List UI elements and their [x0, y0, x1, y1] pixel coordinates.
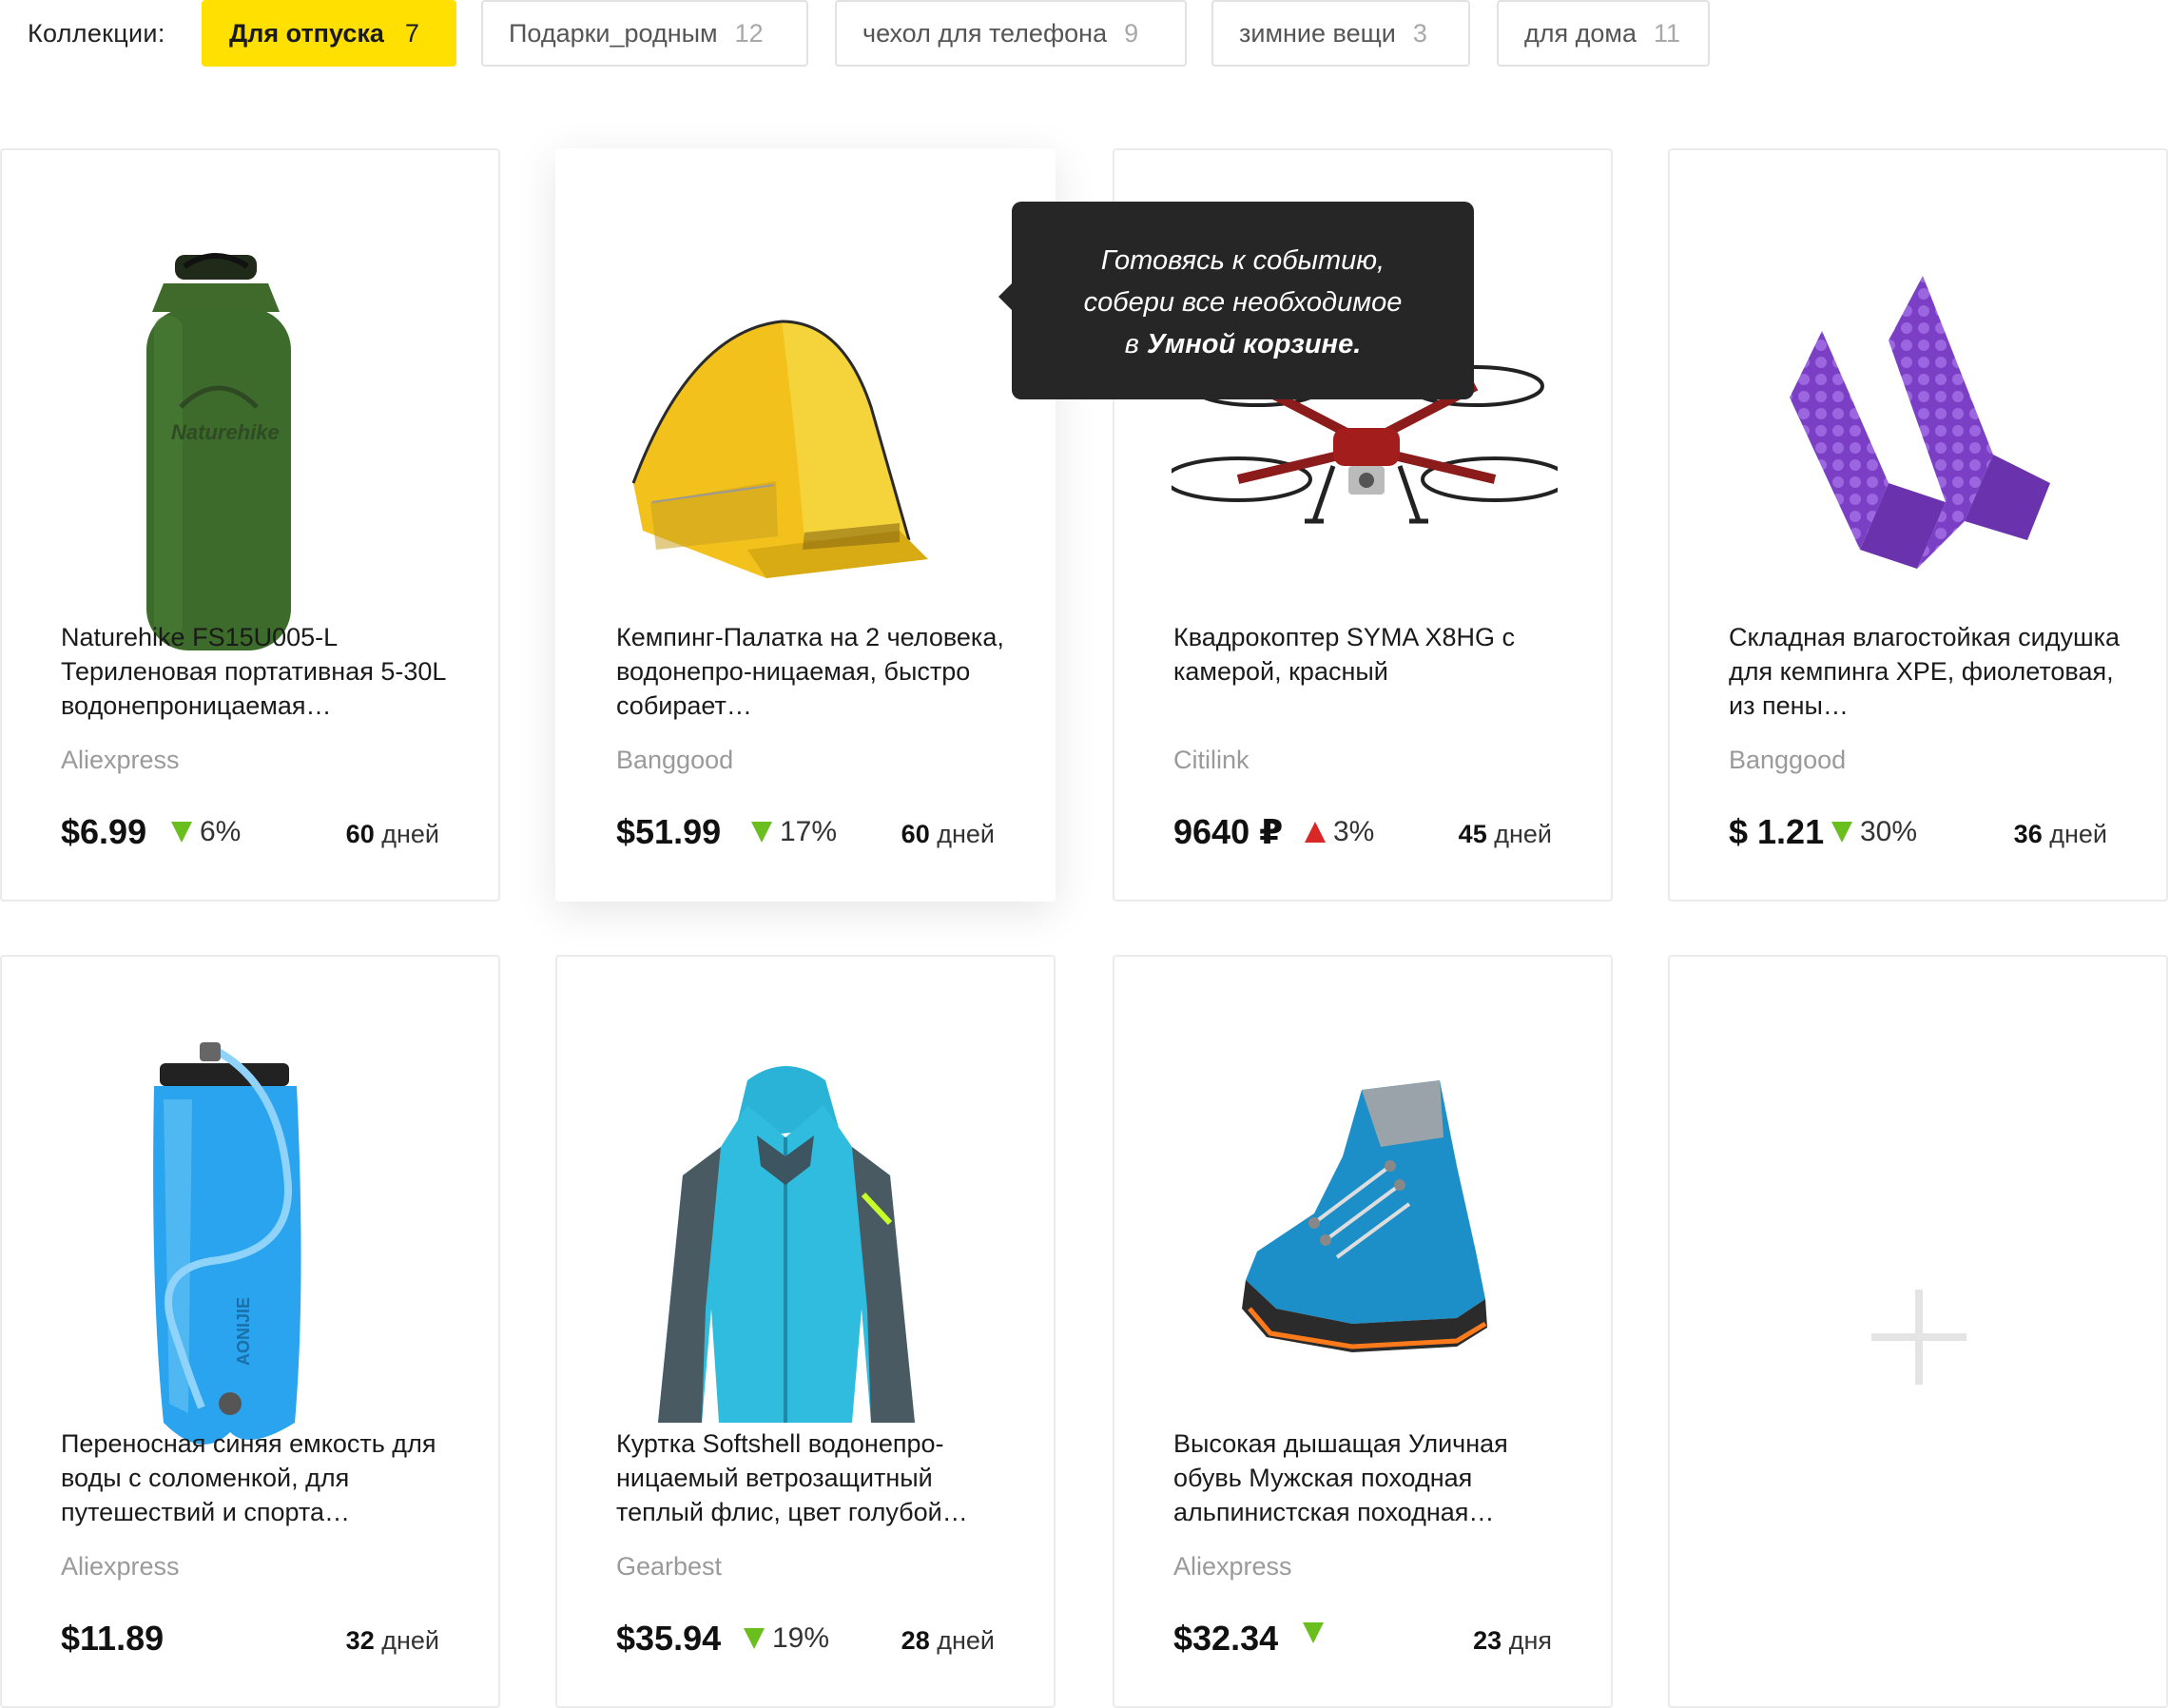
product-store: Aliexpress — [61, 1552, 180, 1581]
collection-chip-count: 11 — [1653, 18, 1681, 48]
collection-chip-home[interactable]: для дома 11 — [1497, 0, 1710, 67]
price-down-icon — [1831, 822, 1852, 843]
product-card[interactable]: Складная влагостойкая сидушка для кемпин… — [1668, 148, 2168, 902]
collection-chip-gifts[interactable]: Подарки_родным 12 — [481, 0, 808, 67]
tracking-days: 23 дня — [1473, 1626, 1552, 1656]
days-unit: дней — [381, 820, 439, 848]
product-title[interactable]: Кемпинг-Палатка на 2 человека, водонепро… — [616, 620, 1016, 723]
collection-chip-phone-case[interactable]: чехол для телефона 9 — [835, 0, 1187, 67]
tooltip-prefix: в — [1124, 329, 1139, 359]
collection-chip-name: для дома — [1524, 18, 1637, 48]
days-count: 28 — [901, 1626, 930, 1655]
days-unit: дней — [937, 820, 995, 848]
price-change-percent: 3% — [1333, 816, 1375, 847]
collection-chip-name: Подарки_родным — [509, 18, 718, 48]
tooltip-line: в Умной корзине. — [1012, 323, 1474, 365]
collection-chip-name: чехол для телефона — [862, 18, 1108, 48]
collection-chip-count: 7 — [404, 18, 419, 48]
collection-chip-winter[interactable]: зимние вещи 3 — [1211, 0, 1470, 67]
collection-chip-name: Для отпуска — [229, 18, 384, 48]
price-change — [1303, 1622, 1331, 1643]
product-card[interactable]: AONIJIE Переносная синяя емкость для вод… — [0, 955, 500, 1708]
collections-bar: Коллекции: Для отпуска 7 Подарки_родным … — [0, 0, 2170, 68]
add-product-card[interactable] — [1668, 955, 2168, 1708]
product-store: Banggood — [1729, 746, 1847, 774]
product-store: Aliexpress — [61, 746, 180, 774]
days-count: 32 — [345, 1626, 375, 1655]
days-unit: дней — [1494, 820, 1552, 848]
price-change-percent: 19% — [772, 1622, 830, 1654]
tooltip-line: собери все необходимое — [1083, 287, 1403, 318]
price-change: 3% — [1305, 816, 1374, 848]
product-store: Banggood — [616, 746, 734, 774]
days-count: 60 — [345, 820, 375, 848]
product-store: Gearbest — [616, 1552, 723, 1581]
smart-cart-tooltip: Готовясь к событию, собери все необходим… — [998, 202, 1474, 399]
tracking-days: 45 дней — [1459, 820, 1552, 849]
collection-chip-count: 9 — [1124, 18, 1139, 48]
price-change-percent: 6% — [200, 816, 242, 847]
product-card[interactable]: Высокая дышащая Уличная обувь Мужская по… — [1113, 955, 1613, 1708]
product-card[interactable]: Naturehike Naturehike FS15U005-L Терилен… — [0, 148, 500, 902]
product-title[interactable]: Квадрокоптер SYMA X8HG с камерой, красны… — [1173, 620, 1573, 689]
collection-chip-count: 3 — [1412, 18, 1427, 48]
collection-chip-count: 12 — [734, 18, 764, 48]
price-change: 30% — [1831, 816, 1917, 848]
days-count: 36 — [2013, 820, 2043, 848]
tracking-days: 60 дней — [346, 820, 439, 849]
product-card[interactable]: Кемпинг-Палатка на 2 человека, водонепро… — [555, 148, 1056, 902]
svg-text:AONIJIE: AONIJIE — [234, 1297, 253, 1366]
tracking-days: 60 дней — [901, 820, 995, 849]
days-unit: дня — [1508, 1626, 1552, 1655]
price-change-percent: 17% — [780, 816, 838, 847]
product-title[interactable]: Высокая дышащая Уличная обувь Мужская по… — [1173, 1427, 1573, 1529]
product-price: $35.94 — [616, 1619, 722, 1658]
product-price: $51.99 — [616, 812, 722, 851]
product-price: 9640 ₽ — [1173, 812, 1284, 851]
collection-chip-name: зимние вещи — [1239, 18, 1396, 48]
days-unit: дней — [2049, 820, 2107, 848]
product-price: $6.99 — [61, 812, 147, 851]
days-count: 60 — [901, 820, 930, 848]
svg-text:Naturehike: Naturehike — [171, 420, 280, 444]
product-store: Aliexpress — [1173, 1552, 1292, 1581]
price-down-icon — [171, 822, 192, 843]
days-count: 45 — [1458, 820, 1487, 848]
price-change: 19% — [744, 1622, 829, 1655]
days-count: 23 — [1473, 1626, 1502, 1655]
product-price: $11.89 — [61, 1619, 165, 1658]
product-title[interactable]: Куртка Softshell водонепро-ницаемый ветр… — [616, 1427, 1016, 1529]
plus-icon — [1871, 1290, 1967, 1385]
price-change: 6% — [171, 816, 241, 848]
price-change: 17% — [751, 816, 837, 848]
product-title[interactable]: Складная влагостойкая сидушка для кемпин… — [1729, 620, 2128, 723]
days-unit: дней — [381, 1626, 439, 1655]
product-title[interactable]: Переносная синяя емкость для воды с соло… — [61, 1427, 460, 1529]
product-title[interactable]: Naturehike FS15U005-L Териленовая портат… — [61, 620, 460, 723]
collection-chip-vacation[interactable]: Для отпуска 7 — [202, 0, 456, 67]
product-card[interactable]: Куртка Softshell водонепро-ницаемый ветр… — [555, 955, 1056, 1708]
tracking-days: 28 дней — [901, 1626, 995, 1656]
product-price: $ 1.21 — [1729, 812, 1825, 851]
tracking-days: 32 дней — [346, 1626, 439, 1656]
product-price: $32.34 — [1173, 1619, 1279, 1658]
price-down-icon — [751, 822, 772, 843]
tracking-days: 36 дней — [2014, 820, 2107, 849]
tooltip-smart-cart-label: Умной корзине. — [1146, 329, 1362, 359]
price-up-icon — [1305, 822, 1326, 843]
price-change-percent: 30% — [1860, 816, 1918, 847]
days-unit: дней — [937, 1626, 995, 1655]
tooltip-line: Готовясь к событию, — [1100, 245, 1385, 276]
product-store: Citilink — [1173, 746, 1250, 774]
price-down-icon — [1303, 1622, 1324, 1643]
price-down-icon — [744, 1628, 765, 1649]
collections-label: Коллекции: — [28, 19, 165, 48]
